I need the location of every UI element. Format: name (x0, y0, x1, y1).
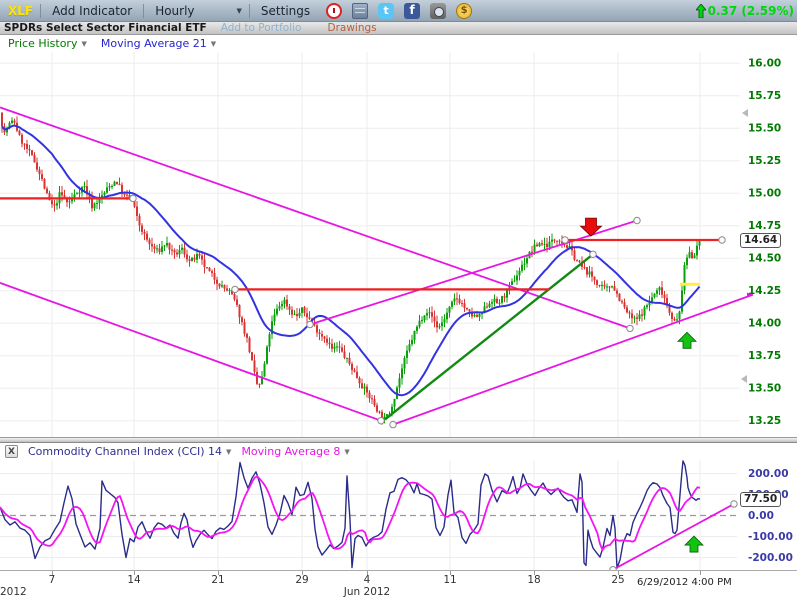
endpoint-handle (627, 325, 633, 331)
price-tick-label: 15.25 (748, 155, 781, 167)
toolbar-separator (249, 4, 250, 18)
date-tick-label: 21 (211, 574, 224, 586)
price-tick-label: 13.50 (748, 383, 781, 395)
close-icon[interactable]: X (5, 445, 18, 458)
date-tick-label: 29 (295, 574, 308, 586)
price-chart[interactable]: 16.00 15.75 15.50 15.25 15.00 14.75 14.50 14.25… (0, 52, 797, 437)
endpoint-handle (634, 217, 640, 223)
security-bar: SPDRs Select Sector Financial ETF Add to… (0, 22, 797, 35)
endpoint-handle (130, 195, 136, 201)
toolbar-separator (40, 4, 41, 18)
last-price-label: 14.64 (740, 233, 781, 248)
price-tick-label: 16.00 (748, 58, 781, 70)
endpoint-handle (590, 251, 596, 257)
cci-tick-label: 0.00 (748, 510, 774, 522)
date-tick-label: 4 (364, 574, 371, 586)
cci-tick-label: -200.00 (748, 552, 793, 564)
alarm-clock-icon[interactable] (326, 3, 342, 19)
axis-handle-icon[interactable] (741, 375, 747, 383)
price-tick-label: 15.50 (748, 123, 781, 135)
toolbar-separator (143, 4, 144, 18)
year-label: 2012 (0, 586, 27, 598)
chevron-down-icon[interactable]: ▼ (226, 448, 231, 456)
date-tick-label: 11 (443, 574, 456, 586)
timeframe-dropdown[interactable]: Hourly (151, 4, 198, 18)
drawings-menu[interactable]: Drawings (327, 22, 376, 34)
endpoint-handle (562, 237, 568, 243)
endpoint-handle (307, 321, 313, 327)
endpoint-handle (731, 501, 737, 507)
price-history-dropdown[interactable]: Price History (8, 37, 77, 50)
database-icon[interactable] (352, 3, 368, 19)
descending-channel-upper (0, 107, 630, 328)
cci-tick-label: 200.00 (748, 468, 789, 480)
month-label: Jun 2012 (344, 586, 390, 598)
toolbar-icon-group: t f $ (326, 3, 472, 19)
add-indicator-button[interactable]: Add Indicator (48, 4, 136, 18)
x-tick-mark (700, 571, 701, 575)
price-tick-label: 14.00 (748, 318, 781, 330)
change-text: 0.37 (2.59%) (708, 4, 794, 18)
price-grid (0, 52, 740, 437)
coins-icon[interactable]: $ (456, 3, 472, 19)
endpoint-handle (378, 418, 384, 424)
price-tick-label: 14.75 (748, 220, 781, 232)
chevron-down-icon[interactable]: ▼ (81, 40, 86, 48)
twitter-icon[interactable]: t (378, 3, 394, 19)
cci-tick-label: -100.00 (748, 531, 793, 543)
price-tick-label: 14.25 (748, 285, 781, 297)
quote-change: 0.37 (2.59%) (696, 4, 794, 18)
descending-channel-lower (0, 283, 381, 421)
chevron-down-icon[interactable]: ▼ (211, 40, 216, 48)
settings-button[interactable]: Settings (257, 4, 314, 18)
price-tick-label: 13.25 (748, 415, 781, 427)
time-axis: 2012 Jun 2012 6/29/2012 4:00 PM 7 14 21 29 4… (0, 570, 797, 600)
main-toolbar: XLF Add Indicator Hourly ▼ Settings t f … (0, 0, 797, 22)
buy-signal-arrow (678, 332, 696, 348)
ma21-line (2, 126, 700, 396)
endpoint-handle (719, 237, 725, 243)
date-tick-label: 18 (527, 574, 540, 586)
moving-average-21-dropdown[interactable]: Moving Average 21 (101, 37, 207, 50)
camera-icon[interactable] (430, 3, 446, 19)
chevron-down-icon[interactable]: ▼ (237, 7, 242, 15)
price-panel-header: Price History ▼ Moving Average 21 ▼ (0, 35, 797, 52)
moving-average-8-dropdown[interactable]: Moving Average 8 (241, 445, 340, 458)
cursor-timestamp: 6/29/2012 4:00 PM (637, 577, 732, 588)
ticker-symbol[interactable]: XLF (8, 4, 33, 18)
cci-chart[interactable]: 200.00100.000.00-100.00-200.00 (0, 460, 797, 570)
cci-line (0, 461, 700, 568)
axis-handle-icon[interactable] (742, 109, 748, 117)
facebook-icon[interactable]: f (404, 3, 420, 19)
price-tick-label: 14.50 (748, 253, 781, 265)
price-tick-label: 15.00 (748, 188, 781, 200)
date-tick-label: 7 (49, 574, 56, 586)
endpoint-handle (232, 286, 238, 292)
up-arrow-icon (696, 4, 706, 18)
price-tick-label: 15.75 (748, 90, 781, 102)
trading-app-window: XLF Add Indicator Hourly ▼ Settings t f … (0, 0, 797, 600)
cci-panel-header: X Commodity Channel Index (CCI) 14 ▼ Mov… (0, 443, 797, 460)
price-tick-label: 13.75 (748, 350, 781, 362)
add-to-portfolio-link[interactable]: Add to Portfolio (221, 22, 302, 34)
security-name: SPDRs Select Sector Financial ETF (4, 22, 207, 34)
candles-layer (1, 112, 701, 425)
date-tick-label: 25 (611, 574, 624, 586)
last-cci-label: 77.50 (740, 492, 781, 507)
chevron-down-icon[interactable]: ▼ (344, 448, 349, 456)
date-tick-label: 14 (127, 574, 140, 586)
cci-indicator-dropdown[interactable]: Commodity Channel Index (CCI) 14 (28, 445, 222, 458)
endpoint-handle (390, 421, 396, 427)
